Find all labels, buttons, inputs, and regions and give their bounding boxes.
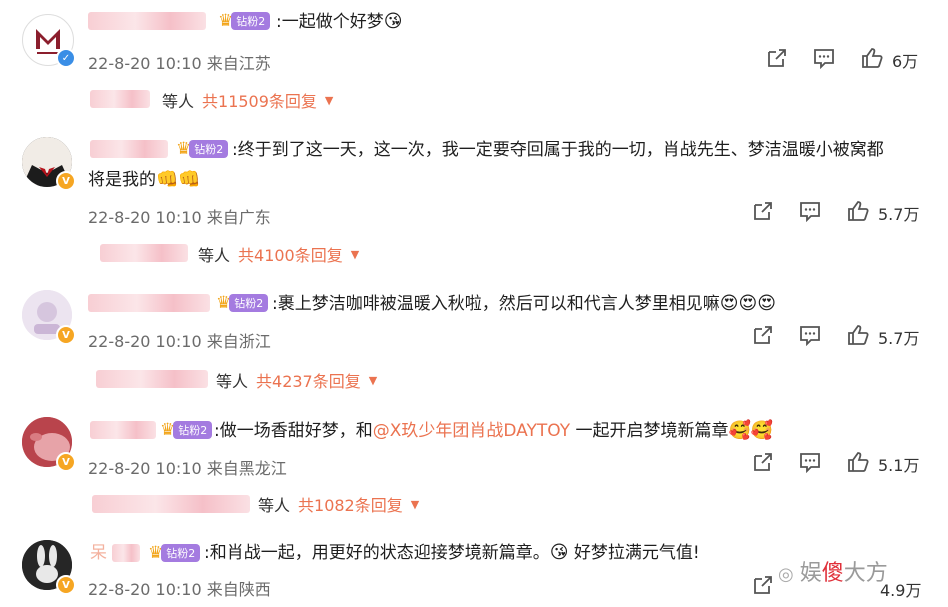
thumbs-up-icon[interactable] [847,324,869,346]
comment-text: :和肖战一起，用更好的状态迎接梦境新篇章。😘 好梦拉满元气值! [204,542,700,563]
reply-users-blurred [100,244,188,262]
reply-users-blurred [96,370,208,388]
fan-badge: ♛ 钻粉2 [218,10,271,32]
comment-icon[interactable] [799,324,821,346]
fan-badge: ♛ 钻粉2 [148,542,201,564]
camera-logo-icon: ◎ [778,564,794,585]
share-icon[interactable] [752,451,774,473]
replies-toggle[interactable]: 等人 共11509条回复 ▼ [162,88,333,112]
share-icon[interactable] [766,47,788,69]
comment-actions: 5.7万 [0,200,948,224]
caret-down-icon: ▼ [350,247,360,261]
comment-actions: 5.1万 [0,451,948,475]
username-blurred[interactable] [88,12,206,30]
username-blurred[interactable] [112,544,140,562]
username-blurred[interactable] [88,294,210,312]
caret-down-icon: ▼ [324,93,334,107]
like-count: 6万 [892,52,919,71]
comment-icon[interactable] [799,451,821,473]
reply-users-blurred [92,495,250,513]
replies-toggle[interactable]: 等人 共4237条回复 ▼ [216,368,377,392]
fan-badge: ♛ 钻粉2 [176,138,229,160]
replies-toggle[interactable]: 等人 共4100条回复 ▼ [198,242,359,266]
comment-icon[interactable] [813,47,835,69]
username-blurred[interactable] [90,421,156,439]
reply-users-blurred [90,90,150,108]
replies-toggle[interactable]: 等人 共1082条回复 ▼ [258,492,419,516]
verified-badge-icon: V [56,171,76,191]
emoji: 🥰🥰 [728,420,774,441]
like-count: 5.7万 [878,329,920,348]
emoji: 😘 [549,542,569,563]
fan-badge: ♛ 钻粉2 [216,292,269,314]
share-icon[interactable] [752,574,774,596]
comment-text: :裹上梦洁咖啡被温暖入秋啦，然后可以和代言人梦里相见嘛😍😍😍 [272,293,777,314]
like-count: 5.1万 [878,456,920,475]
username-blurred[interactable] [90,140,168,158]
comment-icon[interactable] [799,200,821,222]
comment-text: :做一场香甜好梦，和@X玖少年团肖战DAYTOY 一起开启梦境新篇章🥰🥰 [214,420,774,441]
caret-down-icon: ▼ [368,373,378,387]
caret-down-icon: ▼ [410,497,420,511]
comment-text-line2: 将是我的👊👊 [88,169,201,190]
thumbs-up-icon[interactable] [847,451,869,473]
comment-actions: 5.7万 [0,324,948,348]
share-icon[interactable] [752,324,774,346]
thumbs-up-icon[interactable] [861,47,883,69]
like-count: 5.7万 [878,205,920,224]
emoji: 😍😍😍 [719,293,777,314]
share-icon[interactable] [752,200,774,222]
mention-link[interactable]: @X玖少年团肖战DAYTOY [373,421,570,441]
comment-actions: 6万 [0,47,948,71]
comment-text: :一起做个好梦😘 [276,11,403,32]
thumbs-up-icon[interactable] [847,200,869,222]
emoji: 👊👊 [156,169,201,190]
fan-badge: ♛ 钻粉2 [160,419,213,441]
emoji: 😘 [383,11,403,32]
username-partial[interactable]: 呆 [90,539,107,567]
watermark: ◎ 娱傻大方 [778,561,888,586]
comment-text: :终于到了这一天，这一次，我一定要夺回属于我的一切，肖战先生、梦洁温暖小被窝都 [232,140,884,160]
